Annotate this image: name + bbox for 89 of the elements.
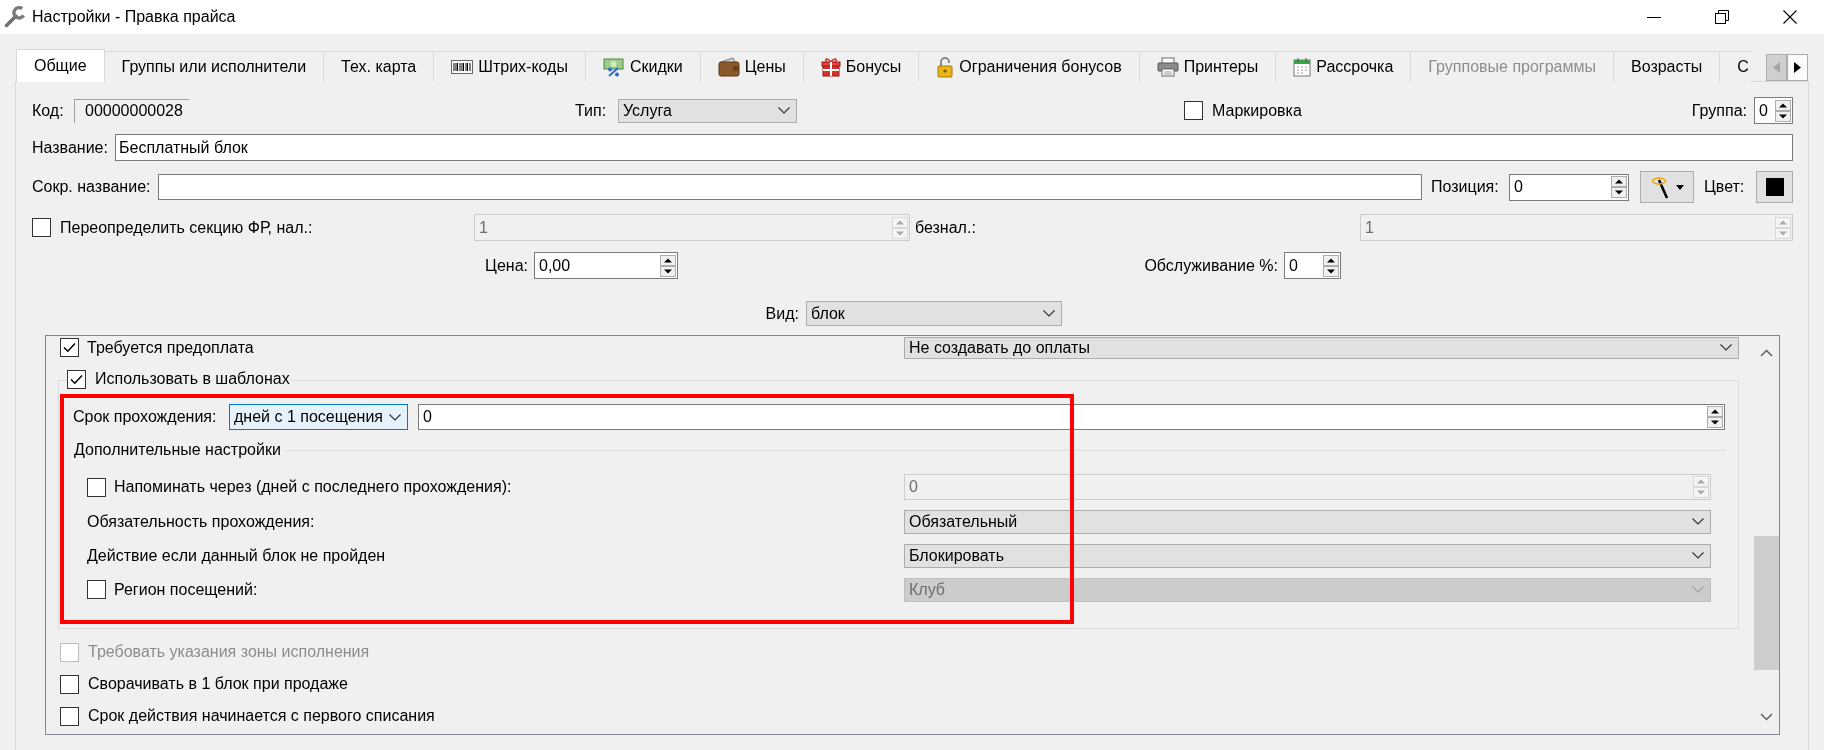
color-button[interactable] — [1756, 171, 1793, 203]
position-spinbox[interactable]: 0 — [1509, 173, 1629, 201]
service-spinbox[interactable]: 0 — [1284, 252, 1341, 279]
spin-arrows-icon[interactable] — [1775, 99, 1791, 122]
spin-arrows-icon[interactable] — [1611, 176, 1627, 198]
prepayment-label: Требуется предоплата — [87, 337, 254, 358]
marking-checkbox[interactable] — [1184, 101, 1203, 120]
tab[interactable]: Возрасты — [1613, 51, 1721, 82]
duration-unit-select[interactable]: дней с 1 посещения — [229, 404, 408, 430]
setting-label: Регион посещений: — [114, 579, 258, 600]
gift-icon — [820, 57, 841, 77]
prepayment-checkbox[interactable] — [60, 338, 79, 357]
short-name-field[interactable] — [158, 174, 1422, 200]
minimize-icon — [1647, 16, 1661, 18]
spin-arrows-icon[interactable] — [1707, 406, 1723, 428]
setting-label: Обязательность прохождения: — [87, 511, 315, 532]
triangle-left-icon — [1773, 62, 1780, 73]
chevron-down-icon — [1720, 344, 1732, 351]
chevron-down-icon — [778, 107, 790, 114]
tab[interactable]: Цены — [699, 51, 804, 82]
override-section-checkbox[interactable] — [32, 218, 51, 237]
barcode-icon — [451, 60, 474, 74]
service-label: Обслуживание %: — [1144, 256, 1278, 274]
group-label: Группа: — [1691, 100, 1747, 121]
chevron-down-icon — [1692, 552, 1704, 559]
option-checkbox[interactable] — [60, 674, 79, 694]
banknote-percent-icon — [602, 57, 625, 77]
setting-label: Напоминать через (дней с последнего прохождения): — [114, 477, 512, 497]
option-checkbox[interactable] — [60, 706, 79, 726]
tab[interactable]: Общие — [16, 49, 105, 82]
chevron-down-icon — [1692, 518, 1704, 525]
restore-icon — [1715, 10, 1729, 24]
position-label: Позиция: — [1431, 177, 1500, 197]
prepayment-select[interactable]: Не создавать до оплаты — [904, 336, 1739, 359]
close-icon — [1783, 10, 1797, 24]
tab[interactable]: Тех. карта — [323, 51, 435, 82]
color-label: Цвет: — [1704, 177, 1746, 197]
tab[interactable]: Ограничения бонусов — [918, 51, 1140, 82]
wrench-icon — [4, 6, 26, 28]
duration-label: Срок прохождения: — [73, 407, 218, 427]
spin-arrows-icon[interactable] — [660, 254, 676, 277]
spin-arrows-icon[interactable] — [1323, 254, 1339, 277]
code-field: 00000000028 — [74, 98, 189, 123]
chevron-down-icon — [1692, 586, 1704, 593]
tab[interactable]: С — [1719, 51, 1751, 82]
option-label: Сворачивать в 1 блок при продаже — [88, 674, 348, 694]
type-label: Тип: — [575, 100, 608, 121]
option-label: Срок действия начинается с первого списания — [88, 706, 435, 726]
name-field[interactable]: Бесплатный блок — [115, 134, 1793, 161]
color-picker-button[interactable] — [1640, 171, 1694, 203]
chevron-down-icon — [389, 413, 401, 421]
chevron-down-icon[interactable] — [1760, 713, 1773, 721]
type-select[interactable]: Услуга — [618, 98, 797, 123]
padlock-icon — [936, 56, 955, 78]
tab[interactable]: Штрих-коды — [433, 51, 586, 82]
option-label: Требовать указания зоны исполнения — [88, 642, 370, 662]
scroll-right-button[interactable] — [1787, 54, 1808, 81]
code-label: Код: — [32, 100, 65, 121]
tab[interactable]: Принтеры — [1138, 51, 1277, 82]
calendar-icon — [1293, 57, 1312, 77]
tab[interactable]: Рассрочка — [1275, 51, 1412, 82]
wallet-icon — [717, 57, 740, 77]
view-select[interactable]: блок — [806, 301, 1062, 326]
section-title: Дополнительные настройки — [74, 440, 281, 460]
templates-label: Использовать в шаблонах — [95, 369, 290, 389]
tab[interactable]: Бонусы — [802, 51, 920, 82]
templates-checkbox[interactable] — [67, 369, 86, 389]
tab[interactable]: Группы или исполнители — [103, 51, 325, 82]
view-label: Вид: — [765, 304, 799, 322]
duration-spinbox[interactable]: 0 — [418, 404, 1725, 430]
price-spinbox[interactable]: 0,00 — [534, 252, 678, 279]
chevron-up-icon[interactable] — [1760, 349, 1773, 357]
setting-label: Действие если данный блок не пройден — [87, 545, 386, 566]
printer-icon — [1156, 57, 1179, 77]
setting-select[interactable]: Обязательный — [904, 509, 1711, 534]
name-label: Название: — [32, 137, 109, 158]
window-title: Настройки - Правка прайса — [32, 7, 236, 27]
marking-label: Маркировка — [1212, 100, 1302, 121]
triangle-right-icon — [1794, 62, 1801, 73]
short-name-label: Сокр. название: — [32, 177, 152, 197]
setting-select[interactable]: Блокировать — [904, 543, 1711, 568]
price-label: Цена: — [485, 256, 528, 274]
caret-down-icon — [1675, 184, 1684, 190]
chevron-down-icon — [1043, 310, 1055, 317]
tab[interactable]: Скидки — [584, 51, 701, 82]
cashless-label: безнал.: — [915, 217, 977, 238]
override-section-label: Переопределить секцию ФР, нал.: — [60, 217, 313, 238]
group-spinbox[interactable]: 0 — [1754, 97, 1793, 124]
scrollbar-thumb[interactable] — [1754, 536, 1779, 670]
